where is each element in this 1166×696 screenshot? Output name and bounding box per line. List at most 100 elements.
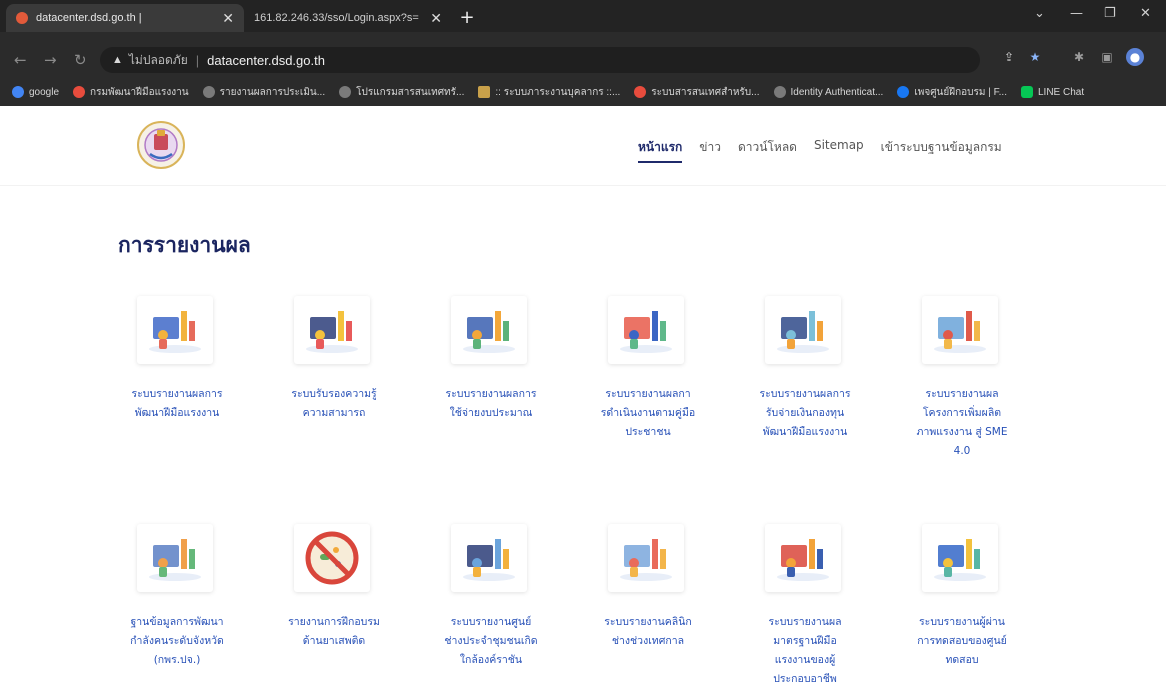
nav-download[interactable]: ดาวน์โหลด	[738, 134, 797, 163]
google-icon	[12, 86, 24, 98]
clinic-board-icon[interactable]	[608, 524, 684, 592]
no-drugs-icon[interactable]	[294, 524, 370, 592]
new-tab-icon[interactable]: +	[456, 8, 478, 28]
bookmarks-bar: google กรมพัฒนาฝีมือแรงงาน รายงานผลการปร…	[0, 78, 1166, 106]
extensions-icon[interactable]: ✱	[1070, 48, 1088, 66]
chevron-down-icon[interactable]: ⌄	[1034, 6, 1045, 21]
bookmark-item[interactable]: google	[12, 86, 59, 98]
report-card-label-line: ระบบรายงานผลการ	[445, 388, 537, 400]
report-card-label[interactable]: ระบบรายงานผล มาตรฐานฝีมือ แรงงานของผู้ ประก…	[740, 613, 870, 689]
report-card-label-line: พัฒนาฝีมือแรงงาน	[134, 407, 220, 419]
site-favicon-icon	[16, 12, 28, 24]
report-card-label-line: มาตรฐานฝีมือ	[773, 635, 837, 647]
bookmark-item[interactable]: :: ระบบภาระงานบุคลากร ::...	[478, 85, 620, 100]
insecure-label: ไม่ปลอดภัย	[128, 52, 188, 67]
globe-icon	[202, 86, 215, 98]
nav-sitemap[interactable]: Sitemap	[814, 134, 864, 163]
report-card-label-line: ระบบรายงานผลการ	[131, 388, 223, 400]
teamwork-desk-icon[interactable]	[922, 296, 998, 364]
sidepanel-icon[interactable]: ▣	[1098, 48, 1116, 66]
warning-icon: ▲	[112, 54, 123, 66]
report-card-label-line: ระบบรายงานผลการ	[759, 388, 851, 400]
fund-growth-icon[interactable]	[765, 296, 841, 364]
browser-chrome: datacenter.dsd.go.th | ✕ 161.82.246.33/s…	[0, 0, 1166, 106]
report-card-label[interactable]: ระบบรายงานผลการพัฒนาฝีมือแรงงาน	[112, 385, 242, 423]
report-card-label-line: ด้านยาเสพติด	[302, 635, 366, 647]
budget-team-icon[interactable]	[451, 296, 527, 364]
bookmark-item[interactable]: รายงานผลการประเมิน...	[202, 85, 325, 100]
bookmark-item[interactable]: เพจศูนย์ฝึกอบรม | F...	[897, 85, 1007, 100]
report-card-label-line: ช่างประจำชุมชนเกิด	[444, 635, 538, 647]
section-title: การรายงานผล	[118, 233, 251, 257]
report-card-label-line: ทดสอบ	[945, 654, 979, 666]
bookmark-icon	[73, 86, 86, 98]
browser-toolbar: ← → ↻ ▲ ไม่ปลอดภัย | datacenter.dsd.go.t…	[0, 42, 1166, 78]
report-card-label-line: ฐานข้อมูลการพัฒนา	[130, 616, 224, 628]
close-window-icon[interactable]: ✕	[1140, 6, 1151, 21]
minimize-icon[interactable]: —	[1070, 6, 1083, 21]
separator: |	[195, 52, 200, 68]
report-card-label[interactable]: ระบบรายงานผล โครงการเพิ่มผลิต ภาพแรงงาน สู…	[897, 385, 1027, 461]
report-card-label-line: ระบบรายงานผล	[925, 388, 999, 400]
presentation-icon[interactable]	[608, 296, 684, 364]
restore-icon[interactable]: ❐	[1104, 6, 1116, 21]
bookmark-icon	[634, 86, 647, 98]
report-card-label[interactable]: ระบบรายงานผู้ผ่าน การทดสอบของศูนย์ ทดสอบ	[897, 613, 1027, 670]
test-screen-icon[interactable]	[922, 524, 998, 592]
report-card-label-line: กำลังคนระดับจังหวัด	[130, 635, 224, 647]
star-icon[interactable]: ★	[1026, 48, 1044, 66]
share-icon[interactable]: ⇪	[1000, 48, 1018, 66]
report-card-label-line: ระบบรายงานผลกา	[605, 388, 691, 400]
report-card-label-line: ประกอบอาชีพ	[773, 673, 837, 685]
bookmark-item[interactable]: LINE Chat	[1020, 86, 1084, 98]
forward-icon[interactable]: →	[44, 51, 57, 69]
report-card-label-line: ความสามารถ	[302, 407, 366, 419]
report-card-label-line: 4.0	[953, 445, 971, 457]
tab-datacenter[interactable]: datacenter.dsd.go.th | ✕	[6, 4, 244, 32]
web-page: หน้าแรก ข่าว ดาวน์โหลด Sitemap เข้าระบบฐ…	[0, 106, 1166, 696]
profile-avatar-icon[interactable]: ●	[1126, 48, 1144, 66]
repair-tools-icon[interactable]	[451, 524, 527, 592]
meeting-icon[interactable]	[137, 524, 213, 592]
report-card-label[interactable]: ระบบรายงานศูนย์ ช่างประจำชุมชนเกิด ใกล้องค…	[426, 613, 556, 670]
tab-sso-login[interactable]: 161.82.246.33/sso/Login.aspx?s= ✕	[244, 4, 452, 32]
report-card-label-line: ประชาชน	[625, 426, 671, 438]
chart-analysis-icon[interactable]	[137, 296, 213, 364]
report-card-label[interactable]: ระบบรายงานผลการรับจ่ายเงินกองทุนพัฒนาฝีม…	[740, 385, 870, 442]
report-card-label[interactable]: ระบบรายงานผลกา รดำเนินงานตามคู่มือ ประชาชน	[583, 385, 713, 442]
report-card-label[interactable]: ระบบรายงานผลการใช้จ่ายงบประมาณ	[426, 385, 556, 423]
globe-icon	[773, 86, 786, 98]
close-icon[interactable]: ✕	[222, 10, 234, 27]
standard-puzzle-icon[interactable]	[765, 524, 841, 592]
report-card-label-line: ระบบรายงานผล	[768, 616, 842, 628]
report-card-label-line: ช่างช่วงเทศกาล	[611, 635, 685, 647]
address-bar[interactable]: ▲ ไม่ปลอดภัย | datacenter.dsd.go.th	[100, 47, 980, 73]
report-card-label[interactable]: ระบบรับรองความรู้ความสามารถ	[269, 385, 399, 423]
site-header: หน้าแรก ข่าว ดาวน์โหลด Sitemap เข้าระบบฐ…	[0, 106, 1166, 186]
bookmark-item[interactable]: กรมพัฒนาฝีมือแรงงาน	[73, 85, 189, 100]
report-card-label[interactable]: ระบบรายงานคลินิกช่างช่วงเทศกาล	[583, 613, 713, 651]
close-icon[interactable]: ✕	[430, 10, 442, 27]
report-card-label-line: การทดสอบของศูนย์	[917, 635, 1007, 647]
back-icon[interactable]: ←	[14, 51, 27, 69]
report-card-label-line: รับจ่ายเงินกองทุน	[765, 407, 845, 419]
report-card-label-line: ใกล้องค์ราชัน	[459, 654, 523, 666]
report-card-label[interactable]: ฐานข้อมูลการพัฒนา กำลังคนระดับจังหวัด (กพร…	[112, 613, 242, 670]
bookmark-item[interactable]: โปรแกรมสารสนเทศทรั...	[339, 85, 464, 100]
report-card-label-line: ใช้จ่ายงบประมาณ	[449, 407, 533, 419]
tab-title: datacenter.dsd.go.th |	[36, 12, 142, 24]
bookmark-item[interactable]: Identity Authenticat...	[773, 86, 883, 98]
report-card-label-line: พัฒนาฝีมือแรงงาน	[762, 426, 848, 438]
main-nav: หน้าแรก ข่าว ดาวน์โหลด Sitemap เข้าระบบฐ…	[638, 134, 1019, 163]
dsd-logo-icon[interactable]	[136, 120, 186, 170]
nav-data-center-login[interactable]: เข้าระบบฐานข้อมูลกรม	[881, 134, 1002, 163]
bookmark-item[interactable]: ระบบสารสนเทศสำหรับ...	[634, 85, 760, 100]
report-card-label-line: ระบบรับรองความรู้	[291, 388, 377, 400]
report-card-label-line: ระบบรายงานคลินิก	[604, 616, 692, 628]
report-card-label[interactable]: รายงานการฝึกอบรม ด้านยาเสพติด	[269, 613, 399, 651]
nav-news[interactable]: ข่าว	[699, 134, 721, 163]
reload-icon[interactable]: ↻	[74, 51, 87, 69]
certificate-books-icon[interactable]	[294, 296, 370, 364]
nav-home[interactable]: หน้าแรก	[638, 134, 683, 163]
bookmark-icon	[478, 86, 491, 98]
